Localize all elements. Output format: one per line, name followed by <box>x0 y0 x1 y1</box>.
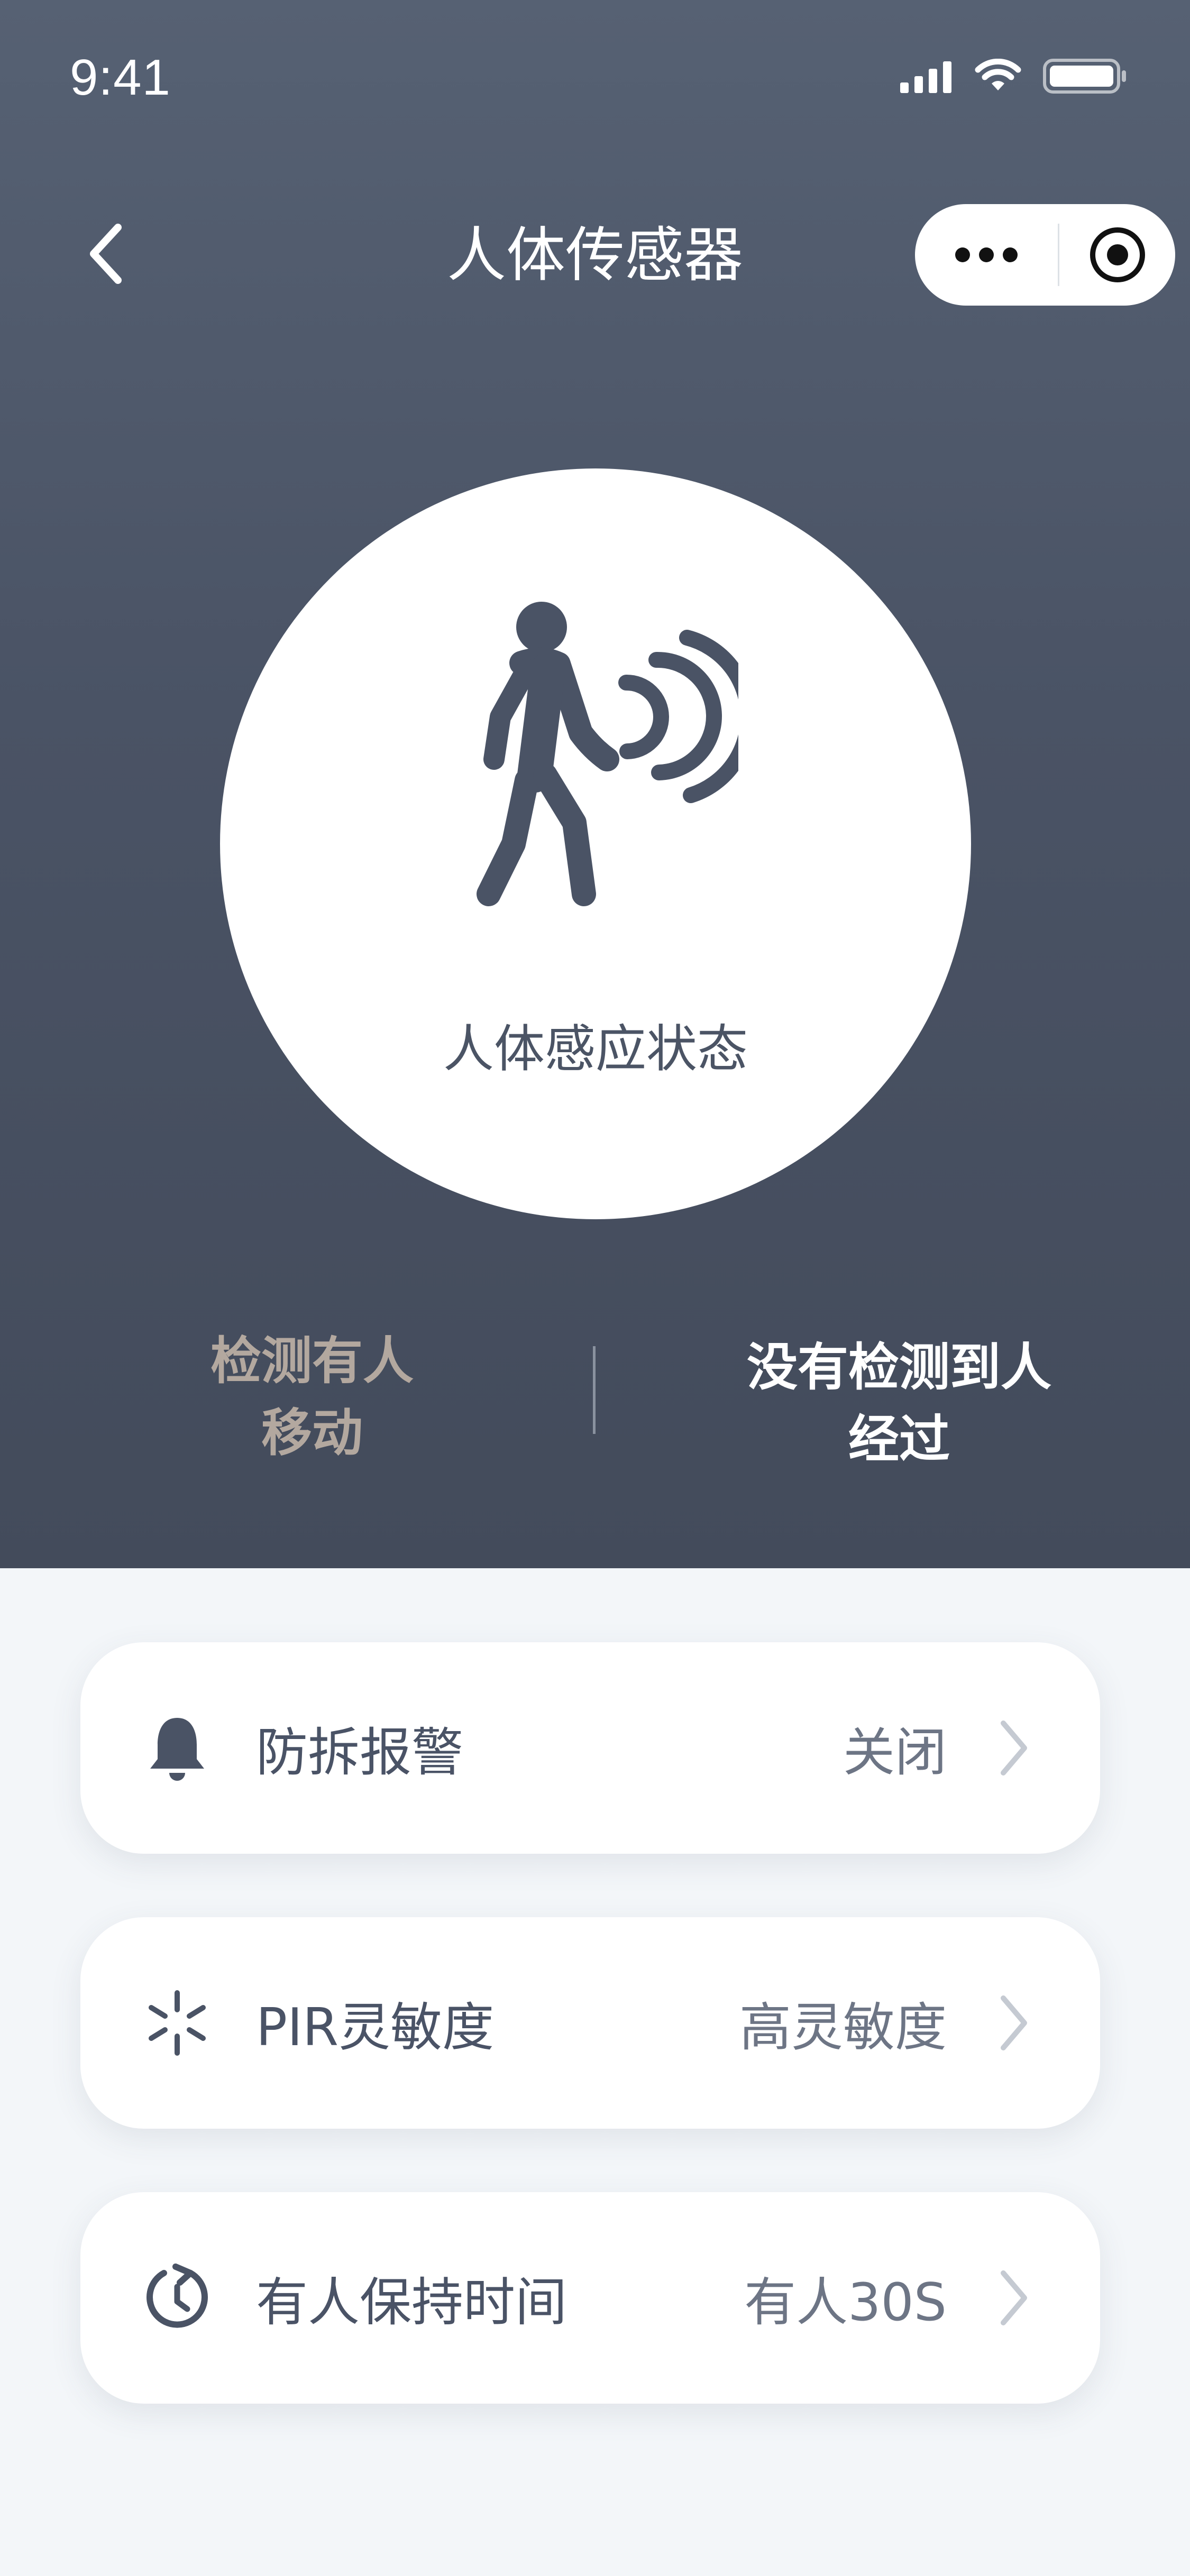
state-no-person-line1: 没有检测到人 <box>747 1338 1051 1397</box>
status-icons <box>900 57 1127 95</box>
state-divider <box>593 1346 596 1434</box>
state-motion-detected: 检测有人 移动 <box>159 1325 465 1469</box>
chevron-right-icon <box>990 1989 1038 2057</box>
battery-icon <box>1043 59 1126 94</box>
setting-label: 防拆报警 <box>256 1723 464 1783</box>
sensor-status-circle: 人体感应状态 <box>220 468 971 1219</box>
setting-value: 关闭 <box>843 1723 947 1783</box>
setting-label: 有人保持时间 <box>256 2273 567 2333</box>
wifi-icon <box>975 59 1021 90</box>
setting-tamper-alarm[interactable]: 防拆报警 关闭 <box>80 1642 1100 1854</box>
setting-value: 有人30S <box>744 2273 947 2333</box>
target-icon <box>1090 227 1145 282</box>
chevron-right-icon <box>990 2264 1038 2332</box>
setting-value: 高灵敏度 <box>739 1998 947 2058</box>
signal-icon <box>900 61 951 93</box>
walking-person-icon <box>477 602 738 906</box>
state-motion-detected-line1: 检测有人 <box>210 1331 414 1391</box>
chevron-right-icon <box>990 1714 1038 1782</box>
close-button[interactable] <box>1059 204 1175 306</box>
setting-label: PIR灵敏度 <box>256 1998 495 2058</box>
setting-pir-sensitivity[interactable]: PIR灵敏度 高灵敏度 <box>80 1917 1100 2129</box>
state-motion-detected-line2: 移动 <box>261 1403 363 1462</box>
bell-icon <box>143 1714 212 1782</box>
timer-icon <box>143 2264 212 2332</box>
header-area: 9:41 人体传感器 人体感应状态 检测有人 移动 没有检测到人 经过 <box>0 0 1190 1568</box>
state-no-person: 没有检测到人 经过 <box>725 1331 1074 1475</box>
state-no-person-line2: 经过 <box>848 1410 950 1469</box>
sensitivity-icon <box>143 1989 212 2057</box>
sensor-status-label: 人体感应状态 <box>443 1019 748 1079</box>
more-dots-icon <box>955 247 1018 262</box>
mini-program-capsule <box>915 204 1175 306</box>
more-button[interactable] <box>915 204 1058 306</box>
setting-hold-time[interactable]: 有人保持时间 有人30S <box>80 2192 1100 2404</box>
status-time: 9:41 <box>70 49 171 106</box>
